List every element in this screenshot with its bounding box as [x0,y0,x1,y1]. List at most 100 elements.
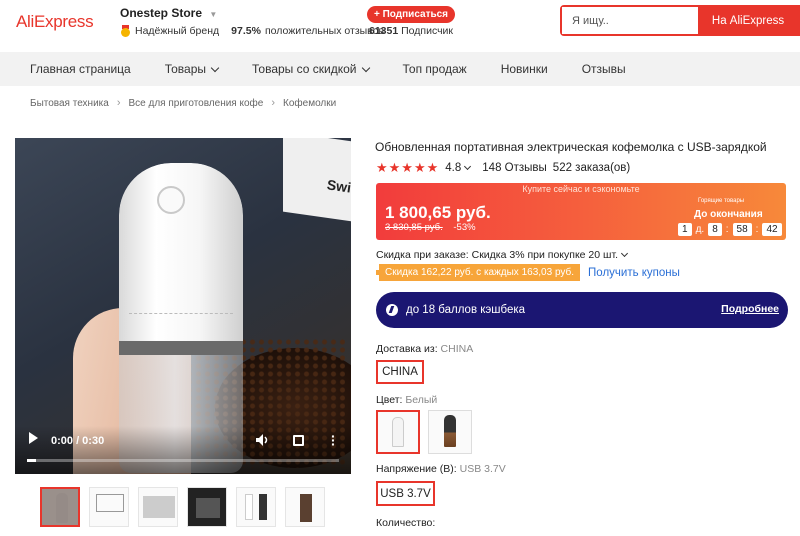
fullscreen-icon[interactable] [293,435,304,446]
timer-minutes: 58 [732,223,752,236]
nav-home-label: Главная страница [30,62,131,76]
chevron-right-icon: › [116,97,121,109]
more-options-icon[interactable]: · · · [331,429,336,451]
timer-colon: : [725,224,729,235]
countdown-timer: 1 д. 8 : 58 : 42 [678,223,782,236]
store-info: Onestep Store ▼ Надёжный бренд 97.5% пол… [120,6,384,37]
grinder-collar [119,341,243,355]
chevron-down-icon[interactable] [464,162,472,171]
timer-days: 1 [678,223,692,236]
subscribers-label: Подписчик [401,25,454,37]
thumbnail[interactable] [89,487,129,527]
thumbnail[interactable] [40,487,80,527]
thumbnail[interactable] [187,487,227,527]
nav-discounted[interactable]: Товары со скидкой [252,62,370,76]
thumbnail-grinder-brown [300,494,312,522]
nav-products-label: Товары [164,62,207,76]
video-progress-fill [27,459,37,462]
nav-reviews-label: Отзывы [581,62,626,76]
nav-new-label: Новинки [500,62,548,76]
aliexpress-logo[interactable]: AliExpress [16,12,94,32]
thumbnail-photo [143,496,175,518]
ship-from-key: Доставка из: [376,343,438,355]
chevron-down-icon [620,249,629,258]
chevron-down-icon [210,63,220,72]
reviews-count[interactable]: 148 Отзывы [482,162,547,174]
old-price: 3 830,85 руб. [385,222,443,233]
breadcrumb-item[interactable]: Бытовая техника [30,98,109,109]
thumbnail[interactable] [138,487,178,527]
chevron-right-icon: › [271,97,276,109]
breadcrumb-item[interactable]: Все для приготовления кофе [128,98,263,109]
order-discount[interactable]: Скидка при заказе: Скидка 3% при покупке… [376,249,629,261]
search-input[interactable] [562,7,698,34]
thumbnail-diagram [96,494,124,512]
timer-hours: 8 [708,223,722,236]
old-price-row: 3 830,85 руб. -53% [385,222,476,233]
subscribers-count: 61351 Подписчик [369,25,453,37]
rating-row: ★★★★★ 4.8 148 Отзывы 522 заказа(ов) [376,160,630,176]
cashback-more-link[interactable]: Подробнее [721,303,779,315]
grinder-scale [129,313,233,323]
hot-deals-label: Горящие товары [698,198,745,204]
coupon-row: Скидка 162,22 руб. с каждых 163,03 руб. … [376,264,680,281]
rating-value[interactable]: 4.8 [445,162,461,174]
quantity-label: Количество: [376,517,436,529]
cashback-text: до 18 баллов кэшбека [406,304,526,316]
nav-new[interactable]: Новинки [501,62,548,76]
color-label: Цвет: Белый [376,394,437,406]
cashback-banner[interactable]: до 18 баллов кэшбека Подробнее [376,292,788,328]
thumbnail[interactable] [285,487,325,527]
color-option-black-image [444,415,456,447]
product-video[interactable]: Swi 0:00 / 0:30 · · · [15,138,351,474]
color-option-white-image [392,417,404,447]
nav-reviews[interactable]: Отзывы [582,62,626,76]
coupon-tag: Скидка 162,22 руб. с каждых 163,03 руб. [376,264,581,281]
cashback-bolt-icon [386,304,398,316]
voltage-label: Напряжение (В): USB 3.7V [376,463,506,475]
store-name[interactable]: Onestep Store [120,6,202,20]
video-progress-bar[interactable] [27,459,339,462]
product-title: Обновленная портативная электрическая ко… [375,140,767,154]
order-discount-text: Скидка при заказе: Скидка 3% при покупке… [376,249,619,261]
store-caret-icon[interactable]: ▼ [209,10,217,19]
video-controls [15,426,351,474]
ship-from-option[interactable]: CHINA [376,360,424,384]
color-value: Белый [405,394,438,406]
video-time: 0:00 / 0:30 [51,435,105,447]
get-coupons-link[interactable]: Получить купоны [588,267,680,279]
rating-stars-icon: ★★★★★ [376,160,440,175]
grinder-power-button-image [157,186,185,214]
color-option-black[interactable] [428,410,472,454]
trusted-brand-medal-icon [120,25,131,37]
timer-days-unit: д. [695,224,705,235]
deal-ends-label: До окончания [694,209,763,220]
breadcrumb-item[interactable]: Кофемолки [283,98,336,109]
color-option-white[interactable] [376,410,420,454]
store-nav: Главная страница Товары Товары со скидко… [0,52,800,86]
nav-top-sales-label: Топ продаж [402,62,467,76]
subscribe-button[interactable]: + Подписаться [367,6,456,23]
voltage-value: USB 3.7V [459,463,506,475]
positive-label: положительных отзывов [264,25,385,37]
play-icon[interactable] [29,432,38,444]
positive-percent: 97.5% [231,25,261,37]
box-text: Swi [326,176,351,196]
current-price: 1 800,65 руб. [385,203,491,222]
search-bar: На AliExpress [560,5,800,36]
nav-products[interactable]: Товары [164,62,220,76]
discount-percent: -53% [453,222,476,233]
search-button[interactable]: На AliExpress [698,7,798,34]
thumbnail[interactable] [236,487,276,527]
timer-colon: : [755,224,759,235]
nav-home[interactable]: Главная страница [30,62,131,76]
breadcrumb: Бытовая техника › Все для приготовления … [30,97,336,109]
volume-icon[interactable] [256,434,270,446]
nav-top-sales[interactable]: Топ продаж [403,62,467,76]
timer-seconds: 42 [762,223,782,236]
header: AliExpress Onestep Store ▼ Надёжный брен… [0,0,800,52]
voltage-option[interactable]: USB 3.7V [376,481,435,506]
deal-banner: Купите сейчас и сэкономьте 1 800,65 руб.… [376,183,786,240]
orders-count: 522 заказа(ов) [552,162,631,174]
thumbnail-grinder-white [245,494,253,520]
